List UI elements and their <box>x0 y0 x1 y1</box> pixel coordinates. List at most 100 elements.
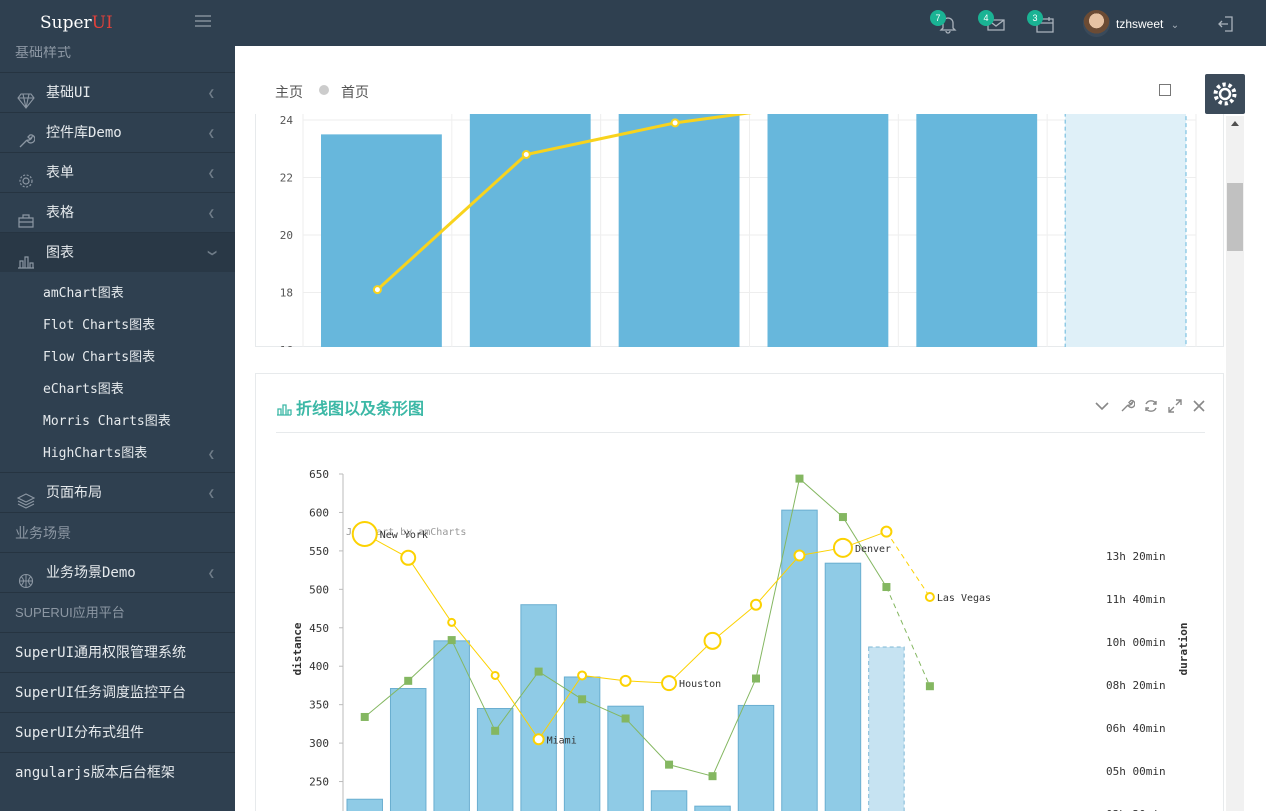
y2-tick-label: 05h 00min <box>1106 765 1166 778</box>
calendar-icon[interactable]: 3 <box>1027 10 1055 34</box>
sidebar-item-charts[interactable]: 图表 ❮ <box>0 232 235 272</box>
app-logo[interactable]: SuperUI <box>40 13 113 33</box>
y-tick-label: 650 <box>309 468 329 481</box>
settings-button[interactable] <box>1205 74 1245 114</box>
calendar-count-badge: 3 <box>1027 10 1043 26</box>
chevron-down-icon: ⌄ <box>1170 20 1180 31</box>
y-tick-label: 24 <box>280 114 294 127</box>
breadcrumb-home[interactable]: 主页 <box>275 84 303 100</box>
line-point <box>793 549 806 562</box>
chevron-left-icon: ❮ <box>207 486 215 500</box>
sidebar-item-angularjs[interactable]: angularjs版本后台框架 <box>0 752 235 792</box>
username[interactable]: tzhsweet ⌄ <box>1116 17 1179 31</box>
line-point <box>752 674 760 683</box>
line-point <box>491 726 500 735</box>
y-axis-label: distance <box>291 622 304 675</box>
bar <box>824 562 862 811</box>
sidebar-item-widget-demo[interactable]: 控件库Demo ❮ <box>0 112 235 152</box>
scrollbar-thumb[interactable] <box>1227 183 1243 251</box>
y-tick-label: 500 <box>309 583 329 596</box>
y-tick-label: 20 <box>280 229 293 242</box>
line-point <box>832 537 853 558</box>
chevron-left-icon: ❮ <box>207 126 215 140</box>
line-point <box>708 772 717 781</box>
y-tick-label: 450 <box>309 622 329 635</box>
y2-tick-label: 11h 40min <box>1106 593 1166 606</box>
mail-count-badge: 4 <box>978 10 994 26</box>
line-point <box>882 583 891 592</box>
sidebar-item-basic-ui[interactable]: 基础UI ❮ <box>0 72 235 112</box>
bar <box>737 704 775 811</box>
data-label: Miami <box>547 735 577 746</box>
bar <box>916 104 1038 350</box>
y-tick-label: 16 <box>280 344 293 347</box>
notification-count-badge: 7 <box>930 10 946 26</box>
sidebar-item-distributed[interactable]: SuperUI分布式组件 <box>0 712 235 752</box>
submenu-item-echarts[interactable]: eCharts图表 <box>0 374 235 406</box>
y-tick-label: 550 <box>309 545 329 558</box>
data-label: New York <box>380 530 428 541</box>
line-point <box>880 525 893 538</box>
mixed-chart-2: JS chart by amCharts20025030035040045050… <box>291 468 1190 811</box>
sidebar-item-label: 图表 <box>46 245 74 261</box>
sidebar: 基础样式 基础UI ❮ 控件库Demo ❮ 表单 ❮ 表格 ❮ 图表 ❮ amC… <box>0 46 235 811</box>
sidebar-item-table[interactable]: 表格 ❮ <box>0 192 235 232</box>
data-label: Houston <box>679 679 721 690</box>
y-tick-label: 18 <box>280 287 293 300</box>
sidebar-item-business-demo[interactable]: 业务场景Demo ❮ <box>0 552 235 592</box>
line-point <box>372 285 382 295</box>
submenu-item-flot[interactable]: Flot Charts图表 <box>0 310 235 342</box>
y-tick-label: 600 <box>309 506 329 519</box>
line-point <box>924 592 935 603</box>
bar <box>868 646 905 811</box>
sidebar-item-layout[interactable]: 页面布局 ❮ <box>0 472 235 512</box>
line-point <box>577 670 588 681</box>
line-point <box>521 150 531 159</box>
avatar[interactable] <box>1083 10 1110 37</box>
bar-line-chart-1: 1618202224200920102011201220132014 <box>280 101 1197 372</box>
line-point <box>404 676 413 685</box>
bar <box>321 134 442 350</box>
chart-panel-1: 1618202224200920102011201220132014 <box>255 101 1224 372</box>
sidebar-item-label: 业务场景Demo <box>46 565 136 581</box>
bar <box>767 104 889 350</box>
line-point <box>578 695 587 704</box>
menu-toggle-icon[interactable] <box>195 15 211 29</box>
chart-submenu: amChart图表 Flot Charts图表 Flow Charts图表 eC… <box>0 272 235 472</box>
logout-icon[interactable] <box>1216 14 1236 34</box>
sidebar-item-label: 控件库Demo <box>46 125 122 141</box>
mail-icon[interactable]: 4 <box>978 10 1006 34</box>
line-point <box>750 598 762 611</box>
data-label: Las Vegas <box>937 593 991 604</box>
line-point <box>490 670 500 680</box>
submenu-item-highcharts[interactable]: HighCharts图表 ❮ <box>0 438 235 470</box>
chevron-left-icon: ❮ <box>207 447 215 461</box>
scrollbar[interactable] <box>1226 116 1244 811</box>
briefcase-icon <box>17 205 35 228</box>
y-tick-label: 350 <box>309 699 329 712</box>
sidebar-section-business: 业务场景 <box>0 512 235 552</box>
y2-tick-label: 13h 20min <box>1106 550 1166 563</box>
bar <box>618 104 740 350</box>
submenu-item-flow[interactable]: Flow Charts图表 <box>0 342 235 374</box>
wrench-icon <box>17 125 36 148</box>
line-point <box>351 520 378 547</box>
submenu-item-morris[interactable]: Morris Charts图表 <box>0 406 235 438</box>
chart-panel-2: 折线图以及条形图 JS chart by amCharts20025030035… <box>255 373 1224 811</box>
bell-icon[interactable]: 7 <box>930 10 958 34</box>
sidebar-item-permission-system[interactable]: SuperUI通用权限管理系统 <box>0 632 235 672</box>
y2-tick-label: 06h 40min <box>1106 722 1166 735</box>
y-tick-label: 22 <box>280 172 293 185</box>
breadcrumb: 主页 首页 <box>275 82 369 102</box>
sidebar-item-task-monitor[interactable]: SuperUI任务调度监控平台 <box>0 672 235 712</box>
line-point <box>400 549 417 566</box>
calendar-icon[interactable] <box>1159 84 1171 96</box>
line-point <box>838 513 847 522</box>
sidebar-item-form[interactable]: 表单 ❮ <box>0 152 235 192</box>
y-tick-label: 400 <box>309 660 329 673</box>
line-point <box>447 617 457 627</box>
scroll-up-arrow[interactable] <box>1231 121 1239 126</box>
submenu-item-amchart[interactable]: amChart图表 <box>0 278 235 310</box>
basketball-icon <box>17 565 35 589</box>
line-point <box>795 474 804 483</box>
